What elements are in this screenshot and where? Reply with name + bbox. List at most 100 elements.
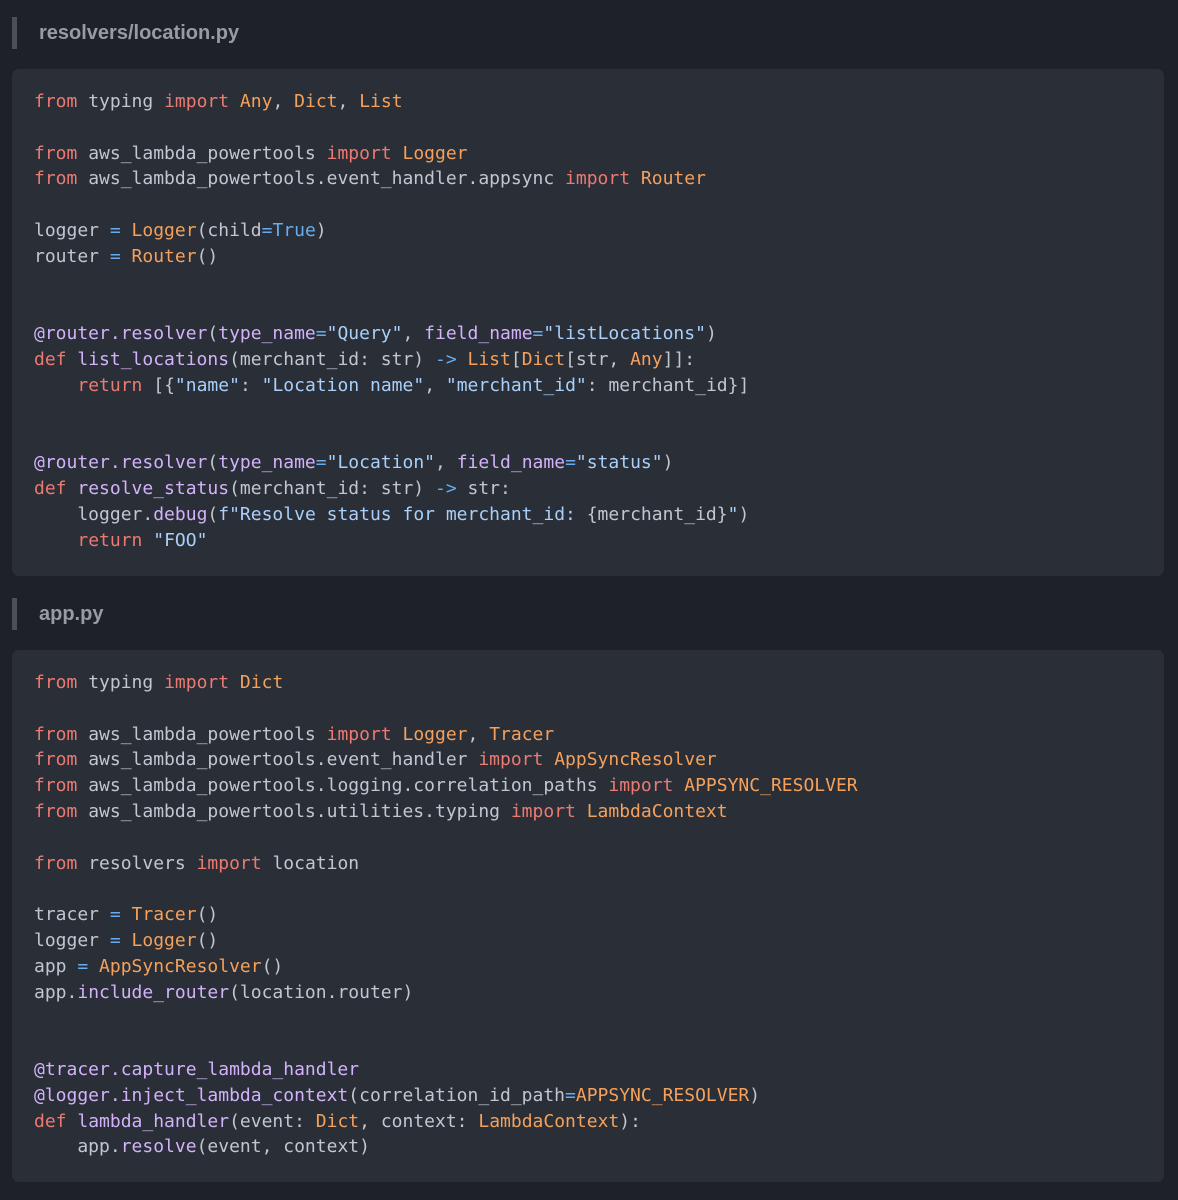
code-token: Logger [391,142,468,164]
code-line: from aws_lambda_powertools.event_handler… [34,747,1142,773]
code-token: , [402,323,425,345]
code-token: (child [196,219,262,241]
code-token: LambdaContext [575,800,728,822]
code-line: def resolve_status(merchant_id: str) -> … [34,476,1142,502]
code-line: def list_locations(merchant_id: str) -> … [34,347,1142,373]
code-token: = [565,452,576,474]
code-token: AppSyncResolver [543,749,717,771]
code-line: from typing import Any, Dict, List [34,89,1142,115]
code-token: : merchant_id}] [586,374,750,396]
code-token: import [196,852,262,874]
code-token: "listLocations" [543,323,706,345]
file-name-app: app.py [39,602,104,625]
code-token: = [261,219,273,241]
code-block-location: from typing import Any, Dict, List from … [12,69,1164,576]
code-line: @tracer.capture_lambda_handler [34,1057,1142,1083]
code-token: Any [630,348,663,370]
code-token: import [326,142,392,164]
code-token: from [34,91,78,112]
code-token: from [34,142,78,164]
code-line: def lambda_handler(event: Dict, context:… [34,1109,1142,1135]
code-token: aws_lambda_powertools [77,142,327,164]
code-token: = [109,904,121,926]
code-token: Logger [120,929,197,951]
code-token: = [109,245,121,267]
code-token: [ [510,348,522,370]
code-token: [str, [565,348,631,370]
code-token: ) [705,323,717,345]
header-accent-bar [12,17,17,49]
code-token: , [467,723,490,745]
code-token: ( [207,452,219,474]
code-token: (event, context) [196,1136,370,1158]
code-token: app [34,955,78,977]
code-token: " [727,503,739,525]
code-line: from aws_lambda_powertools.utilities.typ… [34,799,1142,825]
code-token: "Location" [326,452,435,474]
header-accent-bar [12,598,17,630]
code-token: [{ [142,374,175,396]
code-token: from [34,723,78,745]
code-token: str: [456,477,511,499]
code-block-app: from typing import Dict from aws_lambda_… [12,650,1164,1182]
code-token: def [34,348,67,370]
code-token: ) [749,1084,761,1106]
code-token: LambdaContext [478,1110,620,1132]
code-token: include_router [77,981,230,1003]
code-token: @router.resolver [34,452,208,474]
code-line: @router.resolver(type_name="Location", f… [34,450,1142,476]
code-line: app = AppSyncResolver() [34,954,1142,980]
code-token: ]]: [662,348,696,370]
code-token: Any [229,91,273,112]
code-token: @logger.inject_lambda_context [34,1084,349,1106]
code-token: "FOO" [142,529,208,551]
code-token: from [34,800,78,822]
code-line: from resolvers import location [34,851,1142,877]
code-token: APPSYNC_RESOLVER [673,775,858,797]
code-token: import [510,800,576,822]
code-token: (correlation_id_path [348,1084,566,1106]
code-token: import [326,723,392,745]
code-token: logger. [34,503,154,525]
code-token: typing [77,672,165,693]
code-token: = [109,929,121,951]
code-token: return [77,529,143,551]
code-line: @router.resolver(type_name="Query", fiel… [34,321,1142,347]
code-token: from [34,775,78,797]
code-token: from [34,168,78,190]
code-token: Tracer [120,904,197,926]
code-line: logger.debug(f"Resolve status for mercha… [34,502,1142,528]
code-line: return [{"name": "Location name", "merch… [34,373,1142,399]
code-line: from aws_lambda_powertools.event_handler… [34,166,1142,192]
code-token: = [109,219,121,241]
code-token: , [337,91,360,112]
code-token: aws_lambda_powertools.event_handler.apps… [77,168,566,190]
code-token: = [532,323,544,345]
code-line: from aws_lambda_powertools.logging.corre… [34,773,1142,799]
code-token: , context: [359,1110,479,1132]
code-token: = [315,452,327,474]
code-token: resolve_status [66,477,230,499]
code-line: from aws_lambda_powertools import Logger [34,141,1142,167]
code-token: typing [77,91,165,112]
code-token: lambda_handler [66,1110,230,1132]
code-line: from aws_lambda_powertools import Logger… [34,722,1142,748]
code-line: router = Router() [34,244,1142,270]
code-token: field_name [424,323,533,345]
code-token: ): [619,1110,641,1132]
code-line: from typing import Dict [34,670,1142,696]
code-token: APPSYNC_RESOLVER [575,1084,750,1106]
code-token: , [435,452,457,474]
code-token: "Query" [326,323,403,345]
code-token: router [34,245,110,267]
code-token: ( [207,503,219,525]
code-token: -> [434,348,457,370]
code-token: "merchant_id" [445,374,587,396]
